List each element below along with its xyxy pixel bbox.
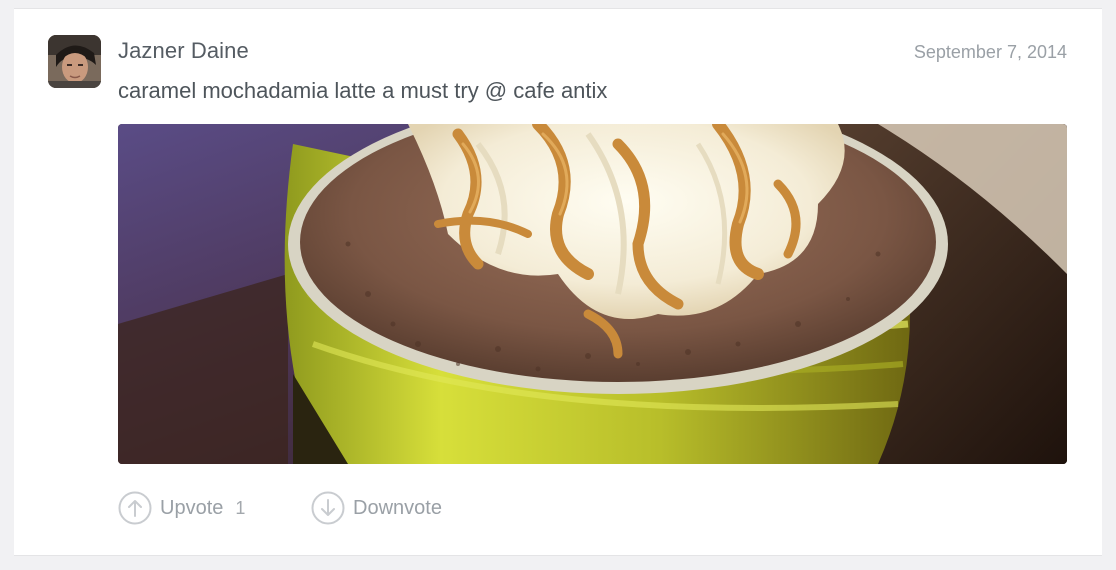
upvote-count: 1 bbox=[235, 497, 246, 518]
downvote-label: Downvote bbox=[353, 496, 442, 519]
avatar-photo-icon bbox=[48, 35, 101, 88]
upvote-button[interactable]: Upvote 1 bbox=[118, 491, 245, 525]
downvote-button[interactable]: Downvote bbox=[311, 491, 442, 525]
author-avatar[interactable] bbox=[48, 35, 101, 88]
post-date: September 7, 2014 bbox=[913, 42, 1067, 62]
post-photo[interactable] bbox=[118, 124, 1067, 464]
author-name[interactable]: Jazner Daine bbox=[118, 38, 249, 64]
upvote-label: Upvote bbox=[160, 496, 224, 519]
post-message: caramel mochadamia latte a must try @ ca… bbox=[118, 78, 608, 103]
post-card: Jazner Daine September 7, 2014 caramel m… bbox=[14, 8, 1102, 556]
arrow-up-circle-icon bbox=[118, 491, 152, 525]
arrow-down-circle-icon bbox=[311, 491, 345, 525]
latte-photo-icon bbox=[118, 124, 1067, 464]
